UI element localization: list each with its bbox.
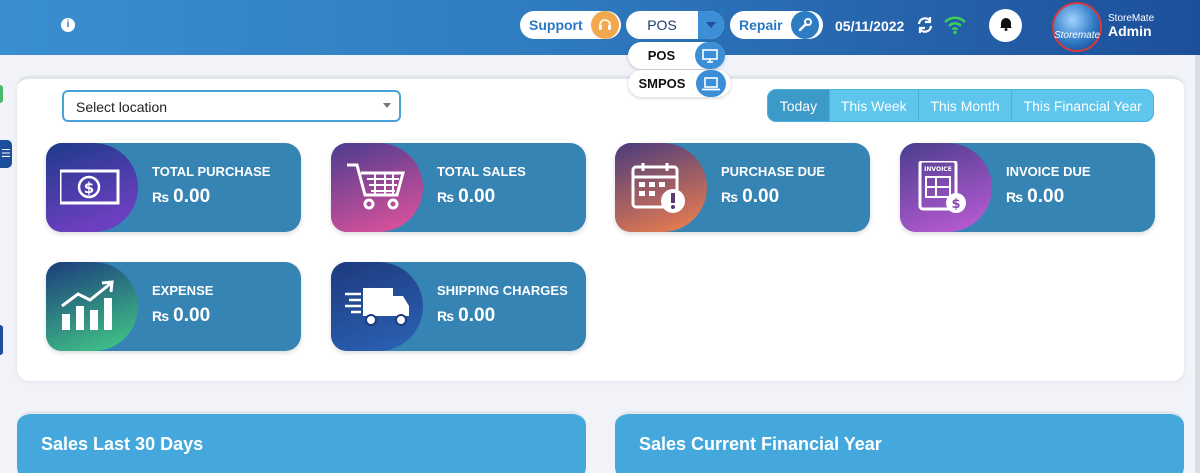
chart-growth-icon [61, 280, 114, 330]
card-icon-bg [331, 143, 423, 232]
stat-card-total-sales: TOTAL SALES ₨ 0.00 [331, 143, 586, 232]
section-title: Sales Last 30 Days [41, 434, 204, 454]
card-title: TOTAL PURCHASE [152, 164, 271, 179]
calendar-alert-icon [631, 163, 685, 213]
menu-toggle-icon[interactable]: ☰ [0, 140, 12, 168]
card-icon-bg [46, 262, 138, 351]
currency-symbol: ₨ [1006, 189, 1024, 205]
top-navbar: i Support POS Repair 05/11/2022 Storemat… [0, 0, 1200, 55]
card-amount: 0.00 [742, 186, 780, 207]
card-amount: 0.00 [1027, 186, 1065, 207]
card-value: ₨ 0.00 [152, 305, 210, 327]
card-title: EXPENSE [152, 283, 214, 298]
repair-button[interactable]: Repair [730, 11, 823, 39]
range-this-financial-year[interactable]: This Financial Year [1012, 90, 1153, 121]
avatar[interactable]: Storemate [1052, 2, 1102, 52]
wrench-icon [790, 11, 819, 39]
user-name[interactable]: Admin [1108, 23, 1152, 39]
side-tab[interactable] [0, 325, 3, 355]
pos-dropdown-label: POS [647, 17, 677, 33]
card-title: PURCHASE DUE [721, 164, 826, 179]
card-title: INVOICE DUE [1006, 164, 1091, 179]
card-amount: 0.00 [458, 305, 496, 326]
card-value: ₨ 0.00 [1006, 186, 1064, 208]
range-today[interactable]: Today [768, 90, 830, 121]
truck-icon [345, 288, 409, 326]
support-button[interactable]: Support [520, 11, 621, 39]
svg-text:$: $ [951, 197, 960, 212]
currency-symbol: ₨ [437, 308, 455, 324]
sales-last-30-days-panel: Sales Last 30 Days [17, 411, 586, 473]
wifi-icon [943, 15, 967, 40]
repair-label: Repair [739, 17, 783, 33]
card-value: ₨ 0.00 [721, 186, 779, 208]
currency-symbol: ₨ [152, 189, 170, 205]
stat-card-expense: EXPENSE ₨ 0.00 [46, 262, 301, 351]
stat-card-invoice-due: INVOICE $ INVOICE DUE ₨ 0.00 [900, 143, 1155, 232]
pos-dropdown[interactable]: POS [626, 11, 724, 39]
card-title: TOTAL SALES [437, 164, 526, 179]
sync-icon[interactable] [915, 15, 935, 40]
current-date: 05/11/2022 [835, 18, 905, 34]
stat-card-purchase-due: PURCHASE DUE ₨ 0.00 [615, 143, 870, 232]
pos-menu-item-pos[interactable]: POS [628, 42, 725, 69]
card-icon-bg: $ [46, 143, 138, 232]
svg-text:$: $ [84, 179, 94, 197]
bell-icon [999, 16, 1013, 36]
card-amount: 0.00 [173, 186, 211, 207]
range-this-week[interactable]: This Week [830, 90, 919, 121]
invoice-icon: INVOICE $ [918, 161, 966, 213]
pos-menu-label: SMPOS [638, 76, 686, 91]
info-icon[interactable]: i [61, 18, 75, 32]
currency-symbol: ₨ [152, 308, 170, 324]
stat-card-total-purchase: $ TOTAL PURCHASE ₨ 0.00 [46, 143, 301, 232]
card-title: SHIPPING CHARGES [437, 283, 568, 298]
location-select[interactable]: Select location [62, 90, 401, 122]
sales-financial-year-panel: Sales Current Financial Year [615, 411, 1184, 473]
pos-menu-label: POS [647, 48, 676, 63]
currency-symbol: ₨ [721, 189, 739, 205]
card-amount: 0.00 [173, 305, 211, 326]
card-icon-bg [331, 262, 423, 351]
headset-icon [590, 11, 619, 39]
support-label: Support [529, 17, 583, 33]
location-select-value: Select location [76, 99, 168, 115]
scrollbar[interactable] [1195, 55, 1200, 473]
laptop-icon [696, 70, 726, 97]
avatar-logo-text: Storemate [1053, 30, 1101, 41]
chevron-down-icon[interactable] [698, 11, 724, 39]
stat-card-shipping-charges: SHIPPING CHARGES ₨ 0.00 [331, 262, 586, 351]
side-tab[interactable] [0, 85, 3, 103]
pos-menu-item-smpos[interactable]: SMPOS [628, 70, 731, 97]
invoice-icon-text: INVOICE [924, 166, 952, 173]
card-icon-bg [615, 143, 707, 232]
notification-button[interactable] [989, 9, 1022, 42]
range-this-month[interactable]: This Month [919, 90, 1013, 121]
card-value: ₨ 0.00 [437, 186, 495, 208]
currency-symbol: ₨ [437, 189, 455, 205]
card-amount: 0.00 [458, 186, 496, 207]
card-value: ₨ 0.00 [152, 186, 210, 208]
monitor-icon [695, 42, 725, 69]
cart-icon [347, 163, 405, 210]
card-value: ₨ 0.00 [437, 305, 495, 327]
caret-down-icon [383, 103, 391, 108]
section-title: Sales Current Financial Year [639, 434, 882, 454]
date-range-filter: Today This Week This Month This Financia… [767, 89, 1154, 122]
card-icon-bg: INVOICE $ [900, 143, 992, 232]
cash-icon: $ [60, 169, 120, 205]
